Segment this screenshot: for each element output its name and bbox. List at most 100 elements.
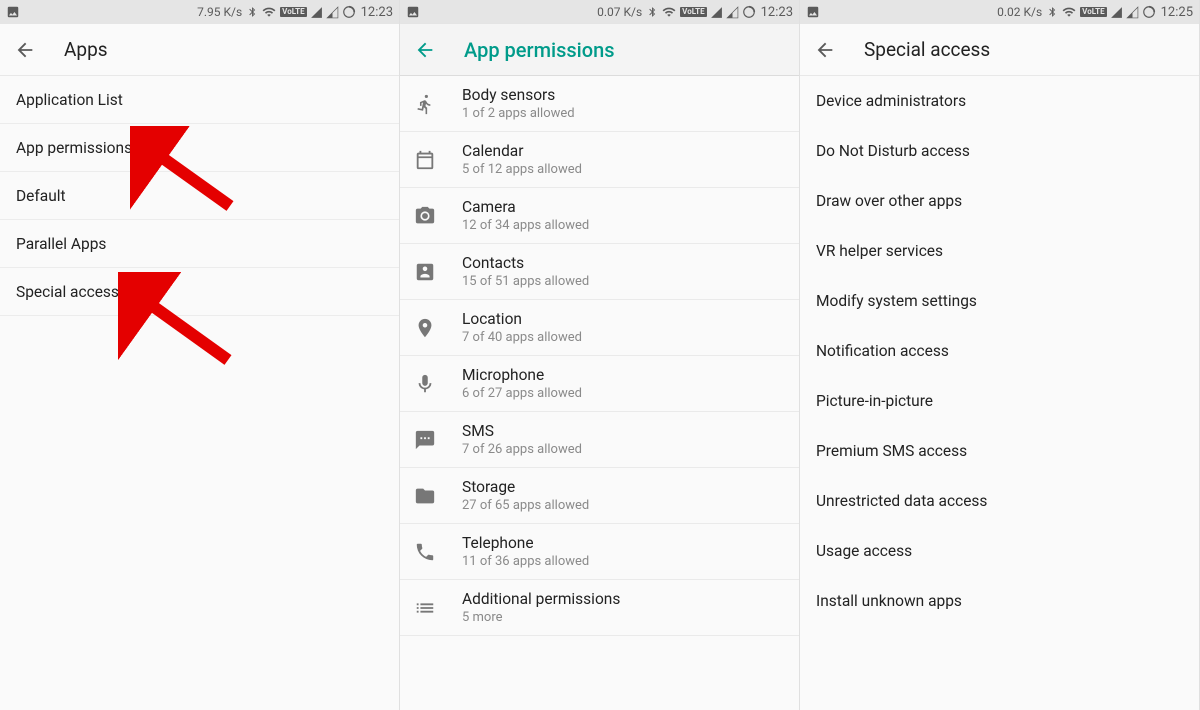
- list-item-install-unknown[interactable]: Install unknown apps: [800, 576, 1199, 626]
- item-label: Picture-in-picture: [816, 392, 933, 410]
- item-label: Unrestricted data access: [816, 492, 987, 510]
- item-label: VR helper services: [816, 242, 943, 260]
- list-item-dnd-access[interactable]: Do Not Disturb access: [800, 126, 1199, 176]
- volte-badge: VoLTE: [680, 7, 706, 17]
- phone-icon: [414, 541, 436, 563]
- status-time: 12:23: [761, 5, 793, 20]
- list-item-unrestricted-data[interactable]: Unrestricted data access: [800, 476, 1199, 526]
- app-bar: App permissions: [400, 24, 799, 76]
- perm-sub: 6 of 27 apps allowed: [462, 386, 582, 401]
- status-time: 12:25: [1161, 5, 1193, 20]
- item-label: App permissions: [16, 139, 132, 157]
- signal-1-icon: [1110, 6, 1123, 19]
- app-bar: Apps: [0, 24, 399, 76]
- perm-item-calendar[interactable]: Calendar 5 of 12 apps allowed: [400, 132, 799, 188]
- picture-icon: [6, 5, 20, 19]
- item-label: Premium SMS access: [816, 442, 967, 460]
- perm-title: Body sensors: [462, 86, 575, 104]
- perm-item-telephone[interactable]: Telephone 11 of 36 apps allowed: [400, 524, 799, 580]
- perm-item-sms[interactable]: SMS7 of 26 apps allowed: [400, 412, 799, 468]
- perm-title: Telephone: [462, 534, 589, 552]
- status-bar: 0.07 K/s VoLTE 12:23: [400, 0, 799, 24]
- perm-sub: 11 of 36 apps allowed: [462, 554, 589, 569]
- list-item-draw-over[interactable]: Draw over other apps: [800, 176, 1199, 226]
- perm-sub: 5 more: [462, 610, 620, 625]
- item-label: Default: [16, 187, 66, 205]
- mic-icon: [414, 373, 436, 395]
- signal-2-icon: [1126, 6, 1139, 19]
- perm-title: Camera: [462, 198, 589, 216]
- special-access-list: Device administrators Do Not Disturb acc…: [800, 76, 1199, 626]
- perm-sub: 7 of 26 apps allowed: [462, 442, 582, 457]
- screen-special-access: 0.02 K/s VoLTE 12:25 Special access Devi…: [800, 0, 1200, 710]
- list-item-parallel-apps[interactable]: Parallel Apps: [0, 220, 399, 268]
- list-icon: [414, 597, 436, 619]
- list-item-default[interactable]: Default: [0, 172, 399, 220]
- item-label: Modify system settings: [816, 292, 977, 310]
- status-bar: 0.02 K/s VoLTE 12:25: [800, 0, 1199, 24]
- item-label: Notification access: [816, 342, 949, 360]
- perm-sub: 5 of 12 apps allowed: [462, 162, 582, 177]
- network-speed: 0.02 K/s: [997, 5, 1042, 19]
- item-label: Install unknown apps: [816, 592, 962, 610]
- perm-item-microphone[interactable]: Microphone6 of 27 apps allowed: [400, 356, 799, 412]
- perm-item-body-sensors[interactable]: Body sensors 1 of 2 apps allowed: [400, 76, 799, 132]
- list-item-usage-access[interactable]: Usage access: [800, 526, 1199, 576]
- item-label: Do Not Disturb access: [816, 142, 970, 160]
- perm-item-additional[interactable]: Additional permissions 5 more: [400, 580, 799, 636]
- list-item-premium-sms[interactable]: Premium SMS access: [800, 426, 1199, 476]
- item-label: Draw over other apps: [816, 192, 962, 210]
- item-label: Special access: [16, 283, 119, 301]
- data-icon: [742, 5, 756, 19]
- list-item-special-access[interactable]: Special access: [0, 268, 399, 316]
- list-item-app-permissions[interactable]: App permissions: [0, 124, 399, 172]
- contacts-icon: [414, 261, 436, 283]
- calendar-icon: [414, 149, 436, 171]
- item-label: Device administrators: [816, 92, 966, 110]
- perm-sub: 7 of 40 apps allowed: [462, 330, 582, 345]
- page-title: Special access: [864, 38, 990, 61]
- back-icon[interactable]: [414, 39, 436, 61]
- status-bar: 7.95 K/s VoLTE 12:23: [0, 0, 399, 24]
- perm-item-storage[interactable]: Storage 27 of 65 apps allowed: [400, 468, 799, 524]
- signal-2-icon: [326, 6, 339, 19]
- back-icon[interactable]: [14, 39, 36, 61]
- signal-2-icon: [726, 6, 739, 19]
- perm-sub: 27 of 65 apps allowed: [462, 498, 589, 513]
- perm-item-contacts[interactable]: Contacts 15 of 51 apps allowed: [400, 244, 799, 300]
- network-speed: 0.07 K/s: [597, 5, 642, 19]
- list-item-application-list[interactable]: Application List: [0, 76, 399, 124]
- picture-icon: [406, 5, 420, 19]
- perm-item-location[interactable]: Location7 of 40 apps allowed: [400, 300, 799, 356]
- perm-title: Calendar: [462, 142, 582, 160]
- perm-title: Contacts: [462, 254, 589, 272]
- list-item-device-administrators[interactable]: Device administrators: [800, 76, 1199, 126]
- data-icon: [342, 5, 356, 19]
- item-label: Application List: [16, 91, 123, 109]
- perm-sub: 12 of 34 apps allowed: [462, 218, 589, 233]
- perm-sub: 15 of 51 apps allowed: [462, 274, 589, 289]
- perm-item-camera[interactable]: Camera 12 of 34 apps allowed: [400, 188, 799, 244]
- volte-badge: VoLTE: [280, 7, 306, 17]
- network-speed: 7.95 K/s: [197, 5, 242, 19]
- back-icon[interactable]: [814, 39, 836, 61]
- wifi-icon: [661, 5, 677, 19]
- list-item-pip[interactable]: Picture-in-picture: [800, 376, 1199, 426]
- run-icon: [414, 93, 436, 115]
- data-icon: [1142, 5, 1156, 19]
- bluetooth-icon: [247, 5, 258, 19]
- volte-badge: VoLTE: [1080, 7, 1106, 17]
- perm-title: Additional permissions: [462, 590, 620, 608]
- list-item-modify-system[interactable]: Modify system settings: [800, 276, 1199, 326]
- page-title: Apps: [64, 38, 108, 61]
- perm-sub: 1 of 2 apps allowed: [462, 106, 575, 121]
- list-item-vr-helper[interactable]: VR helper services: [800, 226, 1199, 276]
- wifi-icon: [1061, 5, 1077, 19]
- signal-1-icon: [710, 6, 723, 19]
- perm-title: Storage: [462, 478, 589, 496]
- folder-icon: [414, 485, 436, 507]
- item-label: Parallel Apps: [16, 235, 106, 253]
- bluetooth-icon: [1047, 5, 1058, 19]
- screen-app-permissions: 0.07 K/s VoLTE 12:23 App permissions Bod…: [400, 0, 800, 710]
- list-item-notification-access[interactable]: Notification access: [800, 326, 1199, 376]
